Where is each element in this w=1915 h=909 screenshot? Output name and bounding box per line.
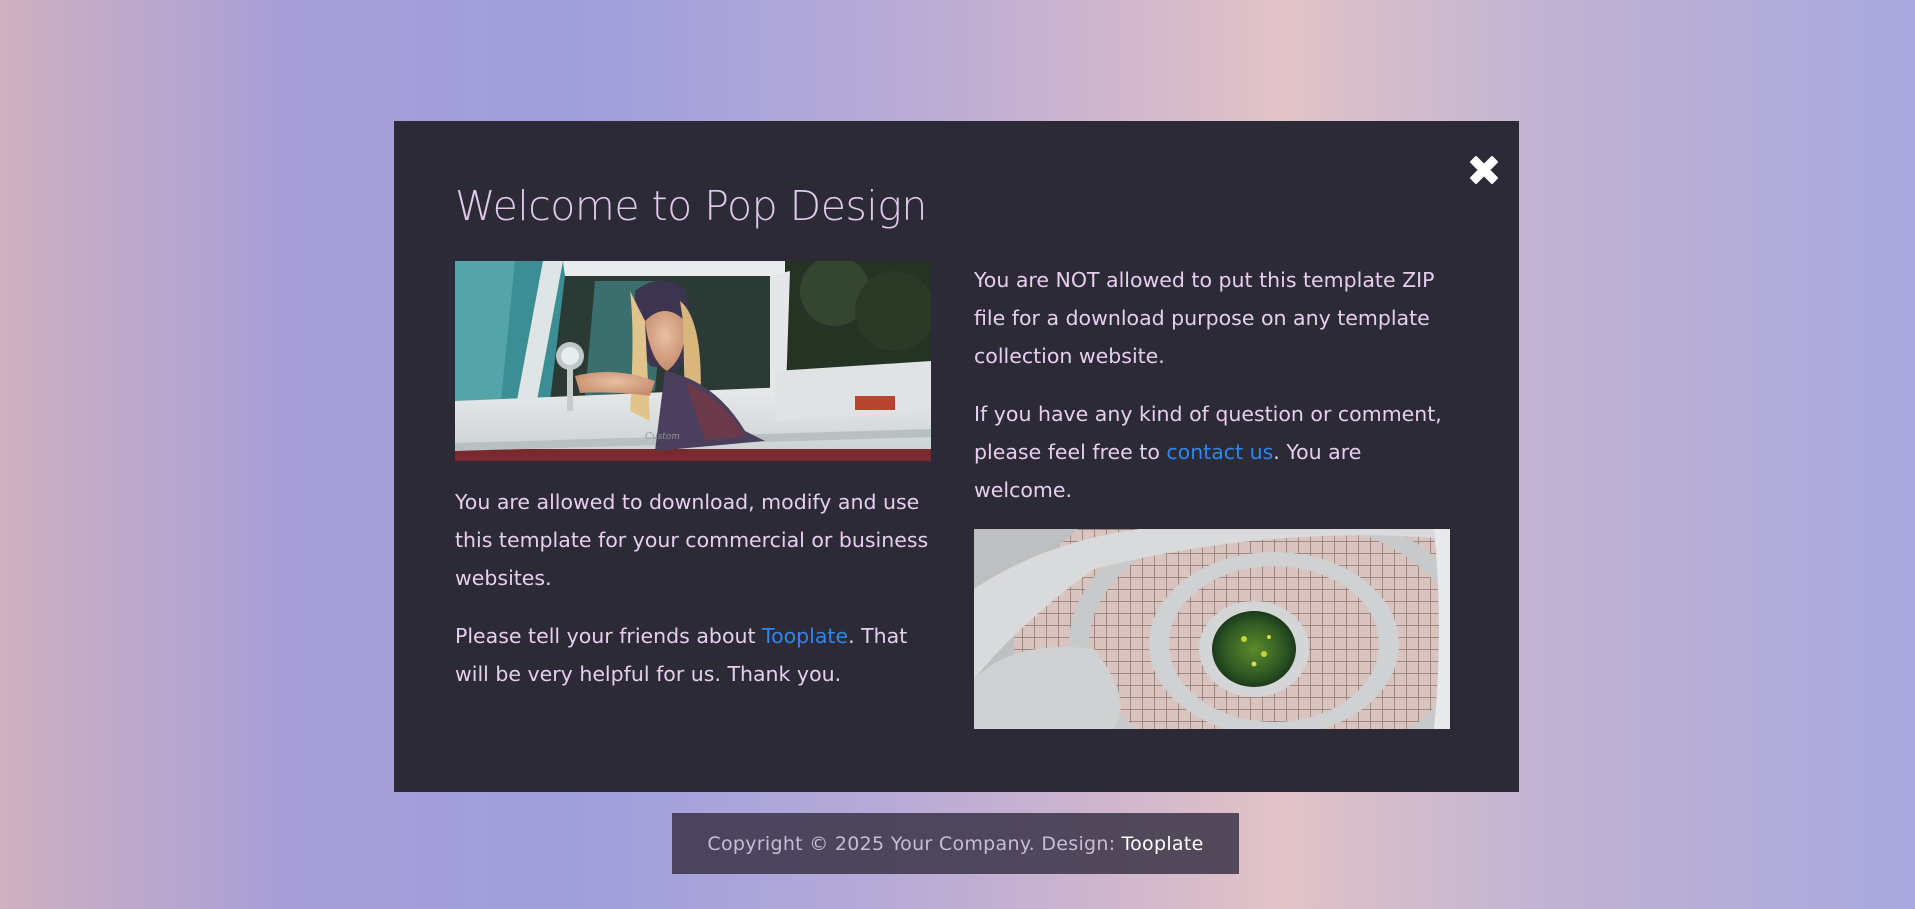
- close-icon[interactable]: [1463, 149, 1505, 191]
- modal-title: Welcome to Pop Design: [455, 182, 927, 230]
- welcome-modal: Welcome to Pop Design Custom You are all…: [394, 121, 1519, 792]
- footer-tooplate-link[interactable]: Tooplate: [1121, 833, 1203, 855]
- copyright-text: Copyright © 2025 Your Company. Design:: [707, 832, 1116, 855]
- right-paragraph-1: You are NOT allowed to put this template…: [974, 268, 1435, 368]
- spiral-staircase-image: [974, 529, 1450, 729]
- left-column: Custom You are allowed to download, modi…: [455, 261, 931, 693]
- tooplate-link[interactable]: Tooplate: [762, 624, 848, 648]
- right-paragraph-2: If you have any kind of question or comm…: [974, 402, 1442, 502]
- right-column: You are NOT allowed to put this template…: [974, 261, 1450, 729]
- footer: Copyright © 2025 Your Company. Design: T…: [672, 813, 1239, 874]
- left-paragraph-2: Please tell your friends about Tooplate.…: [455, 624, 908, 686]
- left-paragraph-1: You are allowed to download, modify and …: [455, 490, 929, 590]
- woman-in-truck-image: Custom: [455, 261, 931, 461]
- svg-text:Custom: Custom: [645, 432, 680, 442]
- contact-us-link[interactable]: contact us: [1166, 440, 1273, 464]
